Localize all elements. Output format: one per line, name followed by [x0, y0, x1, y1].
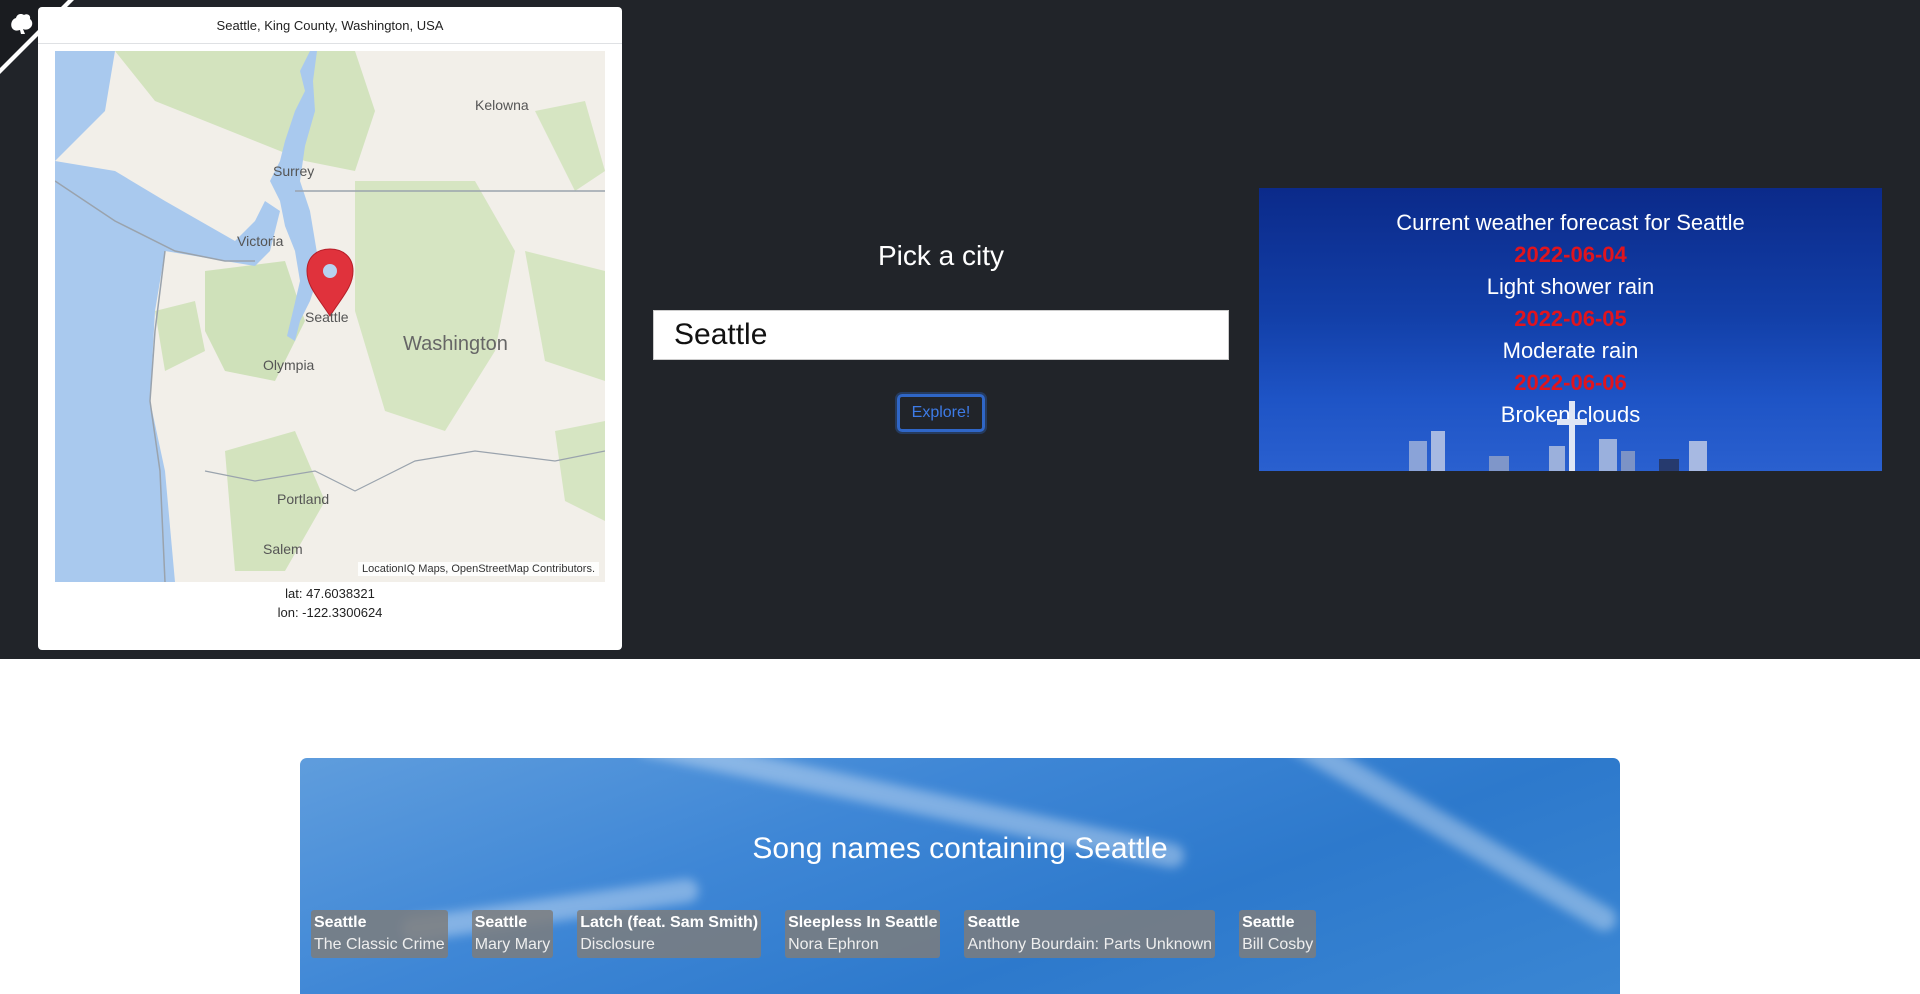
song-artist: Bill Cosby — [1242, 936, 1314, 953]
forecast-date: 2022-06-06 — [1514, 370, 1627, 395]
map-card: Seattle, King County, Washington, USA Ke… — [38, 7, 622, 650]
latitude-text: lat: 47.6038321 — [285, 586, 375, 601]
song-artist: Anthony Bourdain: Parts Unknown — [967, 936, 1213, 953]
song-name: Seattle — [314, 914, 367, 931]
map-label-washington: Washington — [403, 333, 508, 355]
song-artist: The Classic Crime — [314, 936, 445, 953]
forecast-date: 2022-06-04 — [1514, 242, 1627, 267]
explore-button[interactable]: Explore! — [897, 394, 985, 432]
song-name: Latch (feat. Sam Smith) — [580, 914, 759, 931]
map-label-seattle: Seattle — [305, 309, 349, 325]
songs-panel: Song names containing Seattle Seattle Th… — [300, 758, 1620, 994]
map-view[interactable]: Kelowna Surrey Victoria Seattle Olympia … — [55, 51, 605, 582]
song-artist: Disclosure — [580, 936, 655, 953]
song-name: Seattle — [967, 914, 1020, 931]
map-location-title: Seattle, King County, Washington, USA — [38, 7, 622, 44]
song-card[interactable]: Seattle Mary Mary — [471, 910, 554, 958]
skyline-background-image — [1409, 401, 1707, 471]
map-label-kelowna: Kelowna — [475, 97, 529, 113]
github-octocat-icon[interactable] — [6, 8, 38, 40]
song-name: Seattle — [474, 914, 528, 931]
song-list: Seattle The Classic Crime Seattle Mary M… — [311, 910, 1340, 958]
song-artist: Mary Mary — [474, 936, 551, 953]
song-card[interactable]: Sleepless In Seattle Nora Ephron — [785, 910, 941, 958]
top-section: Seattle, King County, Washington, USA Ke… — [0, 0, 1920, 659]
songs-title: Song names containing Seattle — [752, 832, 1168, 865]
song-name: Sleepless In Seattle — [788, 914, 938, 931]
map-label-olympia: Olympia — [263, 357, 315, 373]
weather-panel: Current weather forecast for Seattle 202… — [1259, 188, 1882, 471]
city-input[interactable]: Seattle — [653, 310, 1229, 360]
song-name: Seattle — [1242, 914, 1295, 931]
forecast-description: Moderate rain — [1502, 338, 1639, 363]
song-card[interactable]: Seattle Anthony Bourdain: Parts Unknown — [964, 910, 1216, 958]
forecast-description: Light shower rain — [1486, 274, 1655, 299]
pick-city-title: Pick a city — [877, 240, 1005, 271]
map-label-salem: Salem — [263, 541, 303, 557]
weather-title: Current weather forecast for Seattle — [1396, 210, 1745, 235]
map-label-portland: Portland — [277, 491, 330, 507]
song-card[interactable]: Latch (feat. Sam Smith) Disclosure — [577, 910, 762, 958]
city-picker: Pick a city Seattle Explore! — [653, 240, 1229, 432]
map-label-surrey: Surrey — [273, 163, 315, 179]
map-label-victoria: Victoria — [237, 233, 284, 249]
song-card[interactable]: Seattle Bill Cosby — [1239, 910, 1317, 958]
song-artist: Nora Ephron — [788, 936, 879, 953]
song-card[interactable]: Seattle The Classic Crime — [311, 910, 448, 958]
map-attribution[interactable]: LocationIQ Maps, OpenStreetMap Contribut… — [358, 562, 599, 576]
forecast-date: 2022-06-05 — [1514, 306, 1627, 331]
longitude-text: lon: -122.3300624 — [277, 605, 383, 620]
